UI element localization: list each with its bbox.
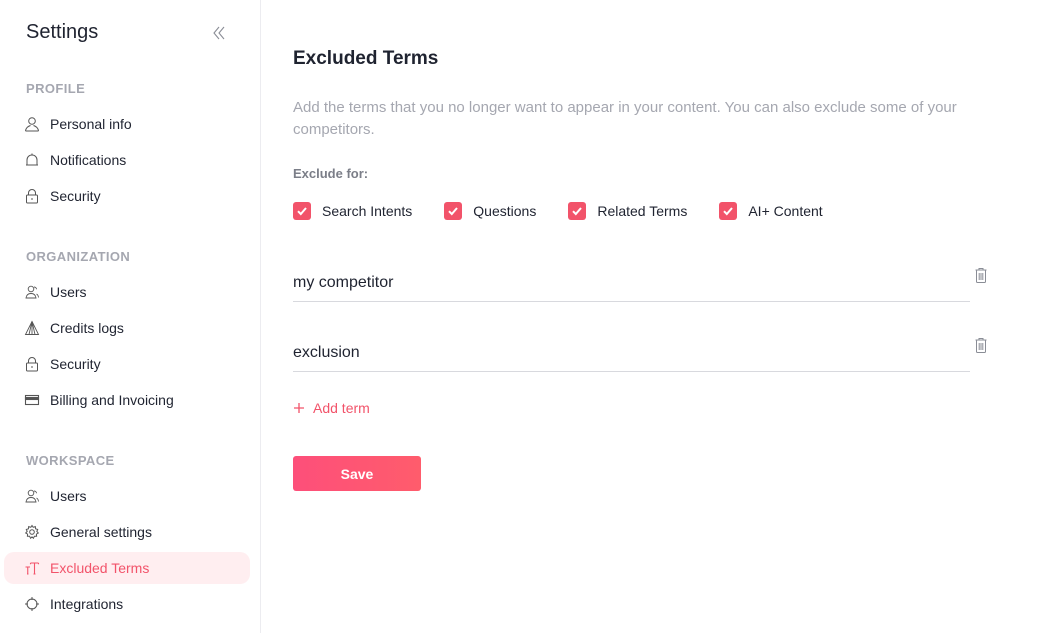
checkbox-checked[interactable] xyxy=(293,202,311,220)
sidebar-item-credits-logs[interactable]: Credits logs xyxy=(4,312,250,344)
term-input[interactable] xyxy=(293,262,970,302)
sidebar-item-label: Excluded Terms xyxy=(50,560,150,576)
sidebar-item-integrations[interactable]: Integrations xyxy=(4,588,250,620)
double-chevron-left-icon xyxy=(213,26,225,40)
users-icon xyxy=(24,284,40,300)
pyramid-icon xyxy=(24,320,40,336)
sidebar-item-label: Users xyxy=(50,488,87,504)
sidebar-item-label: Personal info xyxy=(50,116,132,132)
page-title: Excluded Terms xyxy=(293,48,439,69)
sidebar-item-notifications[interactable]: Notifications xyxy=(4,144,250,176)
checkbox-ai-content[interactable]: AI+ Content xyxy=(719,202,823,220)
sidebar-item-workspace-users[interactable]: Users xyxy=(4,480,250,512)
sidebar-item-security-profile[interactable]: Security xyxy=(4,180,250,212)
sidebar-item-personal-info[interactable]: Personal info xyxy=(4,108,250,140)
trash-icon xyxy=(975,338,987,353)
checkbox-search-intents[interactable]: Search Intents xyxy=(293,202,412,220)
sidebar-item-label: Integrations xyxy=(50,596,124,612)
sidebar-item-label: Security xyxy=(50,188,101,204)
lock-icon xyxy=(24,356,40,372)
sidebar-item-label: Security xyxy=(50,356,101,372)
plus-icon xyxy=(294,403,304,413)
section-label-profile: PROFILE xyxy=(26,81,86,96)
checkbox-label: Search Intents xyxy=(322,203,413,219)
sidebar-item-org-users[interactable]: Users xyxy=(4,276,250,308)
add-term-label: Add term xyxy=(313,400,370,416)
exclude-for-checkboxes: Search Intents Questions Related Terms A… xyxy=(293,202,855,220)
save-button[interactable]: Save xyxy=(293,456,421,491)
sidebar-title: Settings xyxy=(26,21,99,43)
users-icon xyxy=(24,488,40,504)
checkbox-checked[interactable] xyxy=(719,202,738,220)
sidebar-item-security-org[interactable]: Security xyxy=(4,348,250,380)
bell-icon xyxy=(24,152,40,168)
checkbox-checked[interactable] xyxy=(444,202,463,220)
credit-card-icon xyxy=(24,392,40,408)
term-row xyxy=(293,332,988,372)
trash-icon xyxy=(975,268,987,283)
sidebar-item-general-settings[interactable]: General settings xyxy=(4,516,250,548)
exclude-for-label: Exclude for: xyxy=(293,166,369,181)
checkmark-icon xyxy=(572,207,583,216)
term-input[interactable] xyxy=(293,332,970,372)
delete-term-button[interactable] xyxy=(974,266,988,284)
sidebar-item-excluded-terms[interactable]: Excluded Terms xyxy=(4,552,250,584)
delete-term-button[interactable] xyxy=(974,336,988,354)
sidebar-item-label: General settings xyxy=(50,524,152,540)
page-description: Add the terms that you no longer want to… xyxy=(293,99,957,138)
add-term-button[interactable]: Add term xyxy=(293,400,370,416)
sidebar-item-billing[interactable]: Billing and Invoicing xyxy=(4,384,250,416)
gear-icon xyxy=(24,524,40,540)
term-row xyxy=(293,262,988,302)
section-label-organization: ORGANIZATION xyxy=(26,249,131,264)
checkbox-related-terms[interactable]: Related Terms xyxy=(568,202,687,220)
crosshair-icon xyxy=(24,596,40,612)
sidebar-item-label: Users xyxy=(50,284,87,300)
sidebar-item-label: Credits logs xyxy=(50,320,124,336)
settings-sidebar: Settings PROFILE Personal info Notificat… xyxy=(0,0,261,633)
sidebar-item-label: Billing and Invoicing xyxy=(50,392,174,408)
checkbox-label: AI+ Content xyxy=(748,203,823,219)
lock-icon xyxy=(24,188,40,204)
checkmark-icon xyxy=(723,207,734,216)
section-label-workspace: WORKSPACE xyxy=(26,453,115,468)
checkbox-label: Questions xyxy=(473,203,537,219)
checkbox-checked[interactable] xyxy=(568,202,587,220)
checkbox-label: Related Terms xyxy=(597,203,688,219)
user-icon xyxy=(24,116,40,132)
text-size-icon xyxy=(24,560,40,576)
checkbox-questions[interactable]: Questions xyxy=(444,202,536,220)
checkmark-icon xyxy=(297,207,307,216)
collapse-sidebar-button[interactable] xyxy=(210,24,228,42)
sidebar-item-label: Notifications xyxy=(50,152,127,168)
checkmark-icon xyxy=(448,207,459,216)
